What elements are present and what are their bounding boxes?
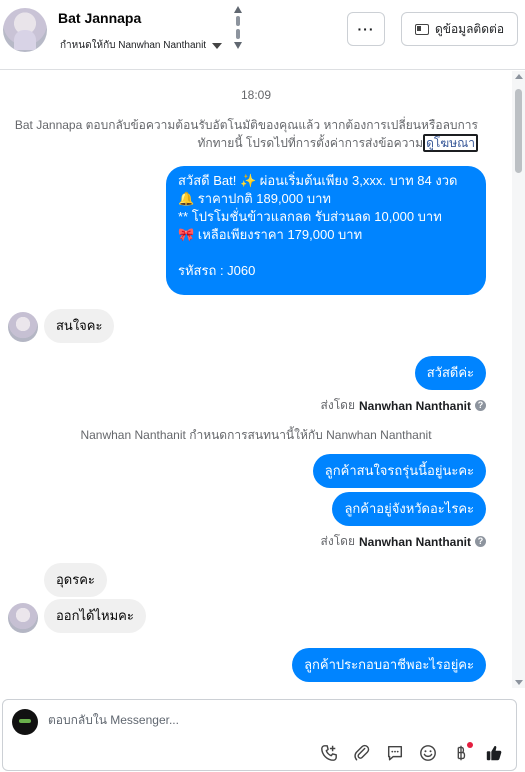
promo-message[interactable]: สวัสดี Bat! ✨ ผ่อนเริ่มต้นเพียง 3,xxx. บ… — [166, 166, 486, 295]
contact-small-avatar[interactable] — [8, 312, 38, 342]
thumbs-up-icon[interactable] — [484, 743, 504, 763]
outgoing-message[interactable]: สวัสดีค่ะ — [414, 356, 486, 390]
assign-notice: Nanwhan Nanthanit กำหนดการสนทนานี้ให้กับ… — [80, 428, 432, 442]
scroll-up-icon[interactable] — [515, 74, 523, 79]
conversation-header: Bat Jannapa กำหนดให้กับ Nanwhan Nanthani… — [0, 0, 525, 70]
caret-down-icon — [212, 42, 223, 49]
nav-divider — [236, 16, 240, 26]
incoming-message[interactable]: ออกได้ไหมคะ — [44, 599, 146, 633]
page-avatar — [12, 709, 38, 735]
phone-add-icon[interactable] — [319, 743, 339, 763]
message-composer — [2, 699, 517, 771]
notification-dot — [467, 742, 473, 748]
assignee-dropdown[interactable]: กำหนดให้กับ Nanwhan Nanthanit — [60, 38, 223, 53]
info-icon[interactable]: ? — [475, 536, 486, 547]
incoming-message[interactable]: สนใจคะ — [44, 309, 115, 343]
contact-name[interactable]: Bat Jannapa — [58, 10, 141, 26]
more-options-button[interactable]: ··· — [347, 12, 385, 46]
contact-small-avatar[interactable] — [8, 603, 38, 633]
message-thread[interactable]: 18:09 Bat Jannapa ตอบกลับข้อความต้อนรับอ… — [0, 71, 512, 688]
assignee-label: กำหนดให้กับ Nanwhan Nanthanit — [60, 40, 207, 51]
view-contact-label: ดูข้อมูลติดต่อ — [434, 21, 505, 36]
contact-avatar[interactable] — [3, 8, 47, 52]
scroll-thumb[interactable] — [515, 89, 522, 173]
outgoing-message[interactable]: ลูกค้าประกอบอาชีพอะไรอยู่คะ — [292, 648, 486, 682]
outgoing-message[interactable]: ลูกค้าอยู่จังหวัดอะไรคะ — [332, 492, 486, 526]
scroll-down-icon[interactable] — [515, 680, 523, 685]
chat-scrollbar[interactable] — [512, 71, 525, 688]
arrow-up-icon[interactable] — [234, 6, 242, 13]
sent-by-name: Nanwhan Nanthanit — [358, 398, 471, 413]
sent-by-label: ส่งโดย Nanwhan Nanthanit ? — [321, 532, 486, 551]
sent-by-prefix: ส่งโดย — [320, 534, 355, 548]
nav-divider — [236, 29, 240, 39]
outgoing-message[interactable]: ลูกค้าสนใจรถรุ่นนี้อยู่นะคะ — [312, 454, 486, 488]
sent-by-name: Nanwhan Nanthanit — [358, 534, 471, 549]
view-ad-link[interactable]: ดูโฆษณา — [423, 134, 478, 152]
emoji-icon[interactable] — [418, 743, 438, 763]
more-icon: ··· — [357, 21, 375, 37]
info-icon[interactable]: ? — [475, 400, 486, 411]
arrow-down-icon[interactable] — [234, 42, 242, 49]
incoming-message[interactable]: อุดรคะ — [44, 563, 107, 597]
sent-by-prefix: ส่งโดย — [320, 398, 355, 412]
contact-card-icon — [414, 23, 429, 35]
view-contact-button[interactable]: ดูข้อมูลติดต่อ — [401, 12, 518, 46]
reply-input[interactable] — [48, 713, 448, 727]
attachment-icon[interactable] — [352, 743, 372, 763]
auto-reply-notice: Bat Jannapa ตอบกลับข้อความต้อนรับอัตโนมั… — [10, 116, 478, 152]
sent-by-label: ส่งโดย Nanwhan Nanthanit ? — [321, 396, 486, 415]
baht-payment-icon[interactable] — [451, 742, 473, 763]
auto-reply-text: Bat Jannapa ตอบกลับข้อความต้อนรับอัตโนมั… — [14, 118, 478, 150]
composer-toolbar — [319, 742, 504, 763]
message-timestamp: 18:09 — [240, 88, 272, 102]
conversation-nav[interactable] — [232, 6, 244, 54]
saved-reply-icon[interactable] — [385, 743, 405, 763]
